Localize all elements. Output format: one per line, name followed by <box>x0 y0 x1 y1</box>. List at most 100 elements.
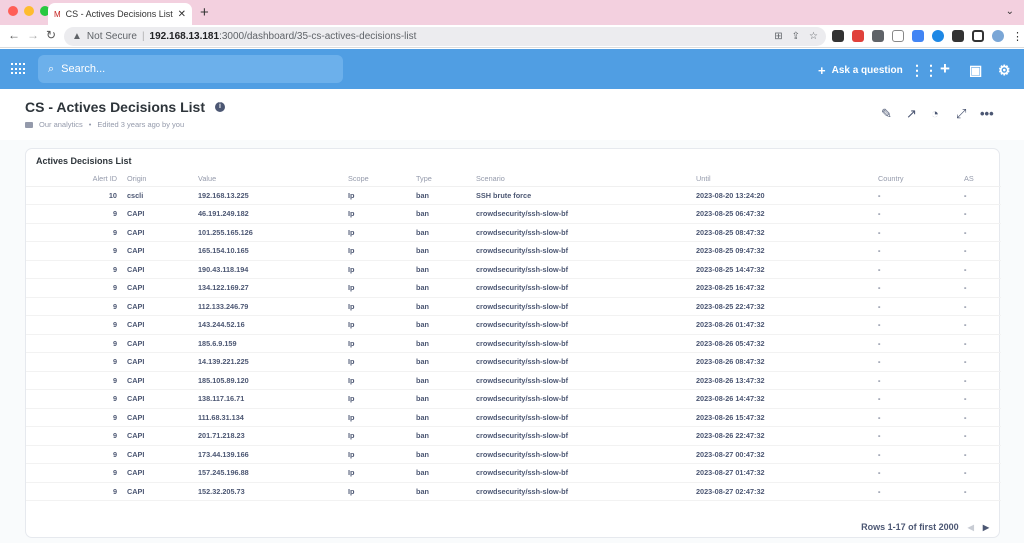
cell-scenario[interactable]: SSH brute force <box>471 186 691 205</box>
cell-as[interactable]: - <box>959 408 1001 427</box>
card-title[interactable]: Actives Decisions List <box>36 156 132 166</box>
cell-until[interactable]: 2023-08-26 22:47:32 <box>691 426 873 446</box>
close-window-button[interactable] <box>8 6 18 16</box>
cell-as[interactable]: - <box>959 260 1001 279</box>
cell-until[interactable]: 2023-08-25 06:47:32 <box>691 204 873 224</box>
cell-until[interactable]: 2023-08-25 16:47:32 <box>691 278 873 298</box>
cell-type[interactable]: ban <box>411 315 471 335</box>
previous-page-icon[interactable]: ◀ <box>968 523 974 532</box>
cell-origin[interactable]: CAPI <box>122 204 193 224</box>
cell-alert-id[interactable]: 9 <box>26 426 122 446</box>
back-icon[interactable]: ← <box>8 28 20 42</box>
extension-adblock-icon[interactable] <box>852 30 864 42</box>
cell-scenario[interactable]: crowdsecurity/ssh-slow-bf <box>471 241 691 261</box>
cell-alert-id[interactable]: 9 <box>26 445 122 464</box>
bookmark-star-icon[interactable]: ☆ <box>809 31 818 42</box>
cell-as[interactable]: - <box>959 315 1001 335</box>
profile-avatar[interactable] <box>992 30 1004 42</box>
cell-scope[interactable]: Ip <box>343 278 411 298</box>
cell-as[interactable]: - <box>959 186 1001 205</box>
column-header-country[interactable]: Country <box>873 171 959 187</box>
cell-scenario[interactable]: crowdsecurity/ssh-slow-bf <box>471 408 691 427</box>
cell-scope[interactable]: Ip <box>343 241 411 261</box>
cell-type[interactable]: ban <box>411 260 471 279</box>
cell-type[interactable]: ban <box>411 241 471 261</box>
cell-type[interactable]: ban <box>411 204 471 224</box>
cell-alert-id[interactable]: 9 <box>26 371 122 390</box>
cell-country[interactable]: - <box>873 334 959 353</box>
cell-scenario[interactable]: crowdsecurity/ssh-slow-bf <box>471 463 691 483</box>
cell-scenario[interactable]: crowdsecurity/ssh-slow-bf <box>471 278 691 298</box>
cell-type[interactable]: ban <box>411 426 471 446</box>
cell-scenario[interactable]: crowdsecurity/ssh-slow-bf <box>471 482 691 501</box>
cell-scope[interactable]: Ip <box>343 389 411 409</box>
cell-scope[interactable]: Ip <box>343 482 411 501</box>
cell-alert-id[interactable]: 9 <box>26 223 122 242</box>
cell-alert-id[interactable]: 9 <box>26 278 122 298</box>
cell-country[interactable]: - <box>873 241 959 261</box>
cell-until[interactable]: 2023-08-26 15:47:32 <box>691 408 873 427</box>
metabase-logo-icon[interactable] <box>11 63 25 75</box>
cell-until[interactable]: 2023-08-25 22:47:32 <box>691 297 873 316</box>
cell-origin[interactable]: CAPI <box>122 334 193 353</box>
cell-value[interactable]: 14.139.221.225 <box>193 352 343 372</box>
cell-scope[interactable]: Ip <box>343 463 411 483</box>
cell-type[interactable]: ban <box>411 223 471 242</box>
extension-shield-icon[interactable] <box>892 30 904 42</box>
cell-type[interactable]: ban <box>411 445 471 464</box>
cell-origin[interactable]: CAPI <box>122 352 193 372</box>
cell-country[interactable]: - <box>873 186 959 205</box>
cell-type[interactable]: ban <box>411 334 471 353</box>
cell-origin[interactable]: CAPI <box>122 371 193 390</box>
cell-country[interactable]: - <box>873 463 959 483</box>
new-item-plus-icon[interactable]: + <box>940 59 950 79</box>
cell-until[interactable]: 2023-08-26 01:47:32 <box>691 315 873 335</box>
cell-origin[interactable]: CAPI <box>122 445 193 464</box>
column-header-origin[interactable]: Origin <box>122 171 193 187</box>
cell-value[interactable]: 201.71.218.23 <box>193 426 343 446</box>
cell-country[interactable]: - <box>873 445 959 464</box>
cell-country[interactable]: - <box>873 315 959 335</box>
cell-alert-id[interactable]: 9 <box>26 334 122 353</box>
cell-as[interactable]: - <box>959 463 1001 483</box>
cell-until[interactable]: 2023-08-27 02:47:32 <box>691 482 873 501</box>
cell-until[interactable]: 2023-08-26 14:47:32 <box>691 389 873 409</box>
cell-type[interactable]: ban <box>411 278 471 298</box>
cell-scenario[interactable]: crowdsecurity/ssh-slow-bf <box>471 426 691 446</box>
cell-country[interactable]: - <box>873 204 959 224</box>
cell-alert-id[interactable]: 9 <box>26 260 122 279</box>
cell-scenario[interactable]: crowdsecurity/ssh-slow-bf <box>471 315 691 335</box>
close-tab-icon[interactable]: ✕ <box>178 9 186 20</box>
cell-until[interactable]: 2023-08-27 01:47:32 <box>691 463 873 483</box>
cell-until[interactable]: 2023-08-26 08:47:32 <box>691 352 873 372</box>
column-header-scope[interactable]: Scope <box>343 171 411 187</box>
cell-as[interactable]: - <box>959 445 1001 464</box>
cell-scenario[interactable]: crowdsecurity/ssh-slow-bf <box>471 260 691 279</box>
reload-icon[interactable]: ↻ <box>46 28 56 42</box>
extension-colors-icon[interactable] <box>912 30 924 42</box>
browse-data-icon[interactable]: ▣ <box>969 62 982 79</box>
cell-value[interactable]: 143.244.52.16 <box>193 315 343 335</box>
browser-tab[interactable]: M CS - Actives Decisions List · D ✕ <box>48 3 192 25</box>
cell-scope[interactable]: Ip <box>343 204 411 224</box>
column-header-scenario[interactable]: Scenario <box>471 171 691 187</box>
settings-gear-icon[interactable]: ⚙ <box>998 62 1011 79</box>
extension-cat-icon[interactable] <box>832 30 844 42</box>
cell-value[interactable]: 101.255.165.126 <box>193 223 343 242</box>
cell-type[interactable]: ban <box>411 352 471 372</box>
cell-scenario[interactable]: crowdsecurity/ssh-slow-bf <box>471 352 691 372</box>
search-input[interactable]: ⌕ Search... <box>38 55 343 83</box>
cell-as[interactable]: - <box>959 389 1001 409</box>
cell-origin[interactable]: CAPI <box>122 389 193 409</box>
forward-icon[interactable]: → <box>27 28 39 42</box>
cell-scope[interactable]: Ip <box>343 223 411 242</box>
edited-label[interactable]: Edited 3 years ago by you <box>97 120 184 129</box>
cell-country[interactable]: - <box>873 223 959 242</box>
cell-country[interactable]: - <box>873 278 959 298</box>
cell-alert-id[interactable]: 9 <box>26 297 122 316</box>
cell-as[interactable]: - <box>959 482 1001 501</box>
cell-origin[interactable]: cscli <box>122 186 193 205</box>
cell-scenario[interactable]: crowdsecurity/ssh-slow-bf <box>471 371 691 390</box>
cell-scenario[interactable]: crowdsecurity/ssh-slow-bf <box>471 445 691 464</box>
cell-alert-id[interactable]: 9 <box>26 463 122 483</box>
